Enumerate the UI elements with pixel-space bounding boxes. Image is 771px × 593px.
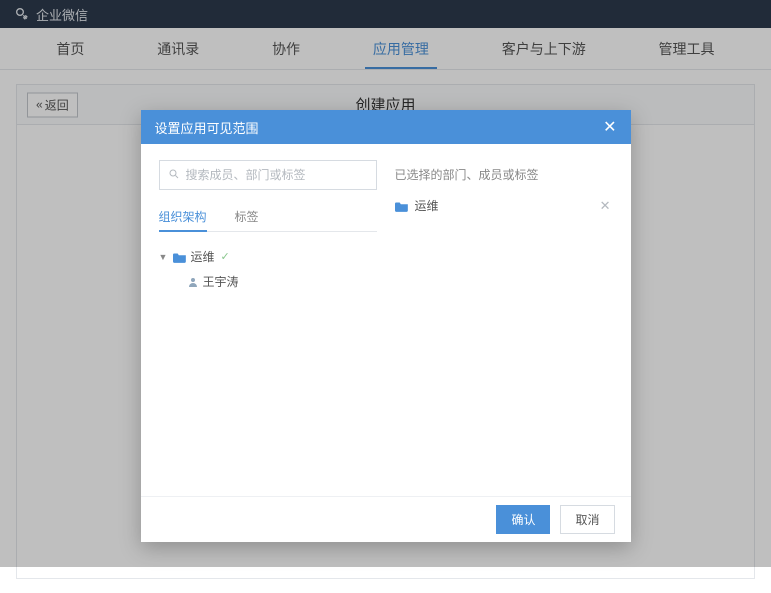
- subtab-org[interactable]: 组织架构: [159, 202, 207, 231]
- cancel-button[interactable]: 取消: [560, 505, 614, 534]
- dialog-header: 设置应用可见范围 ✕: [141, 110, 631, 144]
- tree-node-label: 王宇涛: [203, 273, 239, 290]
- caret-down-icon: ▼: [159, 252, 169, 262]
- search-icon: [168, 168, 180, 183]
- close-icon[interactable]: ✕: [603, 117, 616, 137]
- remove-icon[interactable]: ✕: [600, 198, 613, 214]
- selected-title: 已选择的部门、成员或标签: [395, 160, 613, 183]
- dialog-body: 组织架构 标签 ▼ 运维 ✓: [141, 144, 631, 496]
- check-icon: ✓: [221, 250, 230, 263]
- dialog-footer: 确认 取消: [141, 496, 631, 542]
- dialog-subtabs: 组织架构 标签: [159, 202, 377, 232]
- tree-children: 王宇涛: [159, 271, 377, 292]
- selected-item: 运维 ✕: [395, 195, 613, 216]
- dialog-left-pane: 组织架构 标签 ▼ 运维 ✓: [159, 160, 377, 486]
- org-tree: ▼ 运维 ✓ 王宇涛: [159, 246, 377, 292]
- confirm-button[interactable]: 确认: [496, 505, 550, 534]
- folder-icon: [395, 200, 409, 212]
- tree-node-root[interactable]: ▼ 运维 ✓: [159, 246, 377, 267]
- folder-icon: [173, 251, 187, 263]
- dialog-title: 设置应用可见范围: [155, 118, 259, 137]
- person-icon: [187, 276, 199, 288]
- dialog-right-pane: 已选择的部门、成员或标签 运维 ✕: [395, 160, 613, 486]
- visibility-dialog: 设置应用可见范围 ✕ 组织架构 标签 ▼: [141, 110, 631, 542]
- subtab-tags[interactable]: 标签: [235, 202, 259, 231]
- selected-item-label: 运维: [415, 197, 439, 214]
- tree-node-label: 运维: [191, 248, 215, 265]
- search-input[interactable]: [186, 168, 368, 182]
- search-box[interactable]: [159, 160, 377, 190]
- tree-node-person[interactable]: 王宇涛: [187, 271, 377, 292]
- modal-overlay: 设置应用可见范围 ✕ 组织架构 标签 ▼: [0, 0, 771, 567]
